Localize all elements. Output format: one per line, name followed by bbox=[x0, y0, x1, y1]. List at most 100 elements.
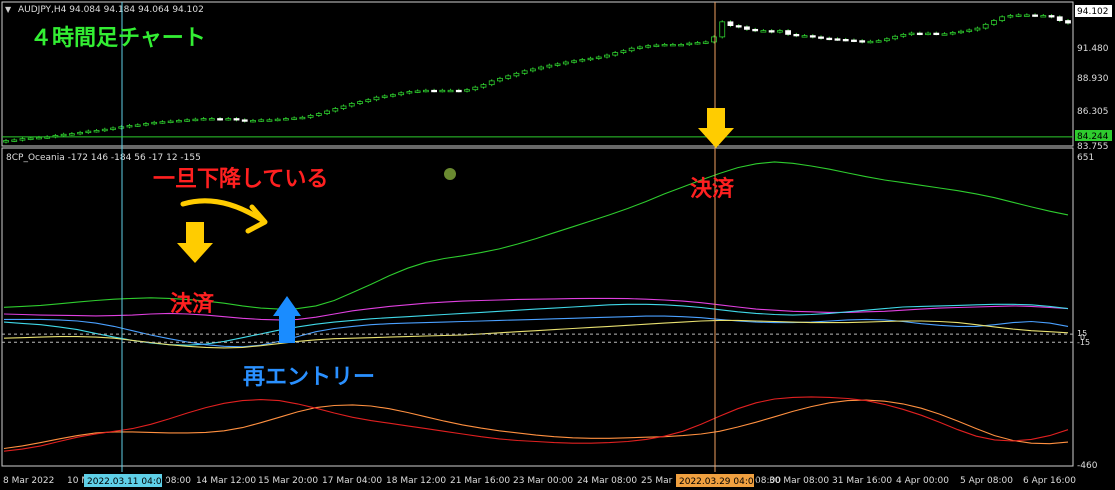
candle-body bbox=[274, 118, 281, 122]
time-label: 5 Apr 08:00 bbox=[960, 476, 1013, 486]
down-arrow-icon bbox=[177, 222, 213, 263]
candle-body bbox=[571, 60, 577, 63]
candle-body bbox=[126, 125, 133, 128]
candle-body bbox=[579, 59, 586, 62]
candle-body bbox=[933, 32, 940, 36]
candle-body bbox=[217, 118, 223, 121]
candle-body bbox=[77, 131, 83, 135]
candle-body bbox=[455, 89, 462, 93]
down-arrow-icon bbox=[698, 108, 734, 148]
time-label: 30 Mar 08:00 bbox=[769, 476, 829, 486]
price-panel-frame bbox=[1, 1, 1074, 147]
candle-body bbox=[916, 32, 923, 36]
candle-body bbox=[365, 99, 372, 103]
annotation-title: ４時間足チャート bbox=[30, 26, 206, 51]
candle-body bbox=[595, 56, 602, 59]
marker-dot bbox=[444, 168, 456, 180]
candle-body bbox=[373, 96, 380, 101]
annotation-temp-drop: 一旦下降している bbox=[153, 167, 328, 192]
candle-body bbox=[612, 52, 619, 56]
candle-body bbox=[200, 118, 207, 121]
price-tick-2: 88.930 bbox=[1077, 74, 1109, 84]
candle-body bbox=[562, 61, 569, 65]
candle-body bbox=[834, 38, 841, 41]
time-label: 8 Mar 2022 bbox=[3, 476, 54, 486]
current-price-label: 94.102 bbox=[1077, 7, 1109, 17]
candle-body bbox=[1040, 15, 1047, 18]
annotation-re-entry: 再エントリー bbox=[243, 365, 375, 390]
candle-body bbox=[233, 118, 240, 121]
candle-body bbox=[538, 66, 545, 70]
candle-body bbox=[785, 30, 791, 35]
candle-body bbox=[1048, 15, 1055, 18]
candle-body bbox=[661, 44, 668, 47]
candle-body bbox=[192, 118, 199, 122]
candle-body bbox=[958, 30, 964, 34]
candle-body bbox=[497, 77, 503, 82]
time-label: 15 Mar 20:00 bbox=[258, 476, 318, 486]
candle-body bbox=[3, 140, 9, 143]
candle-body bbox=[529, 68, 536, 72]
candle-body bbox=[999, 16, 1006, 21]
candle-body bbox=[694, 42, 701, 45]
time-label: 24 Mar 08:00 bbox=[577, 476, 637, 486]
candle-body bbox=[11, 139, 18, 142]
candle-body bbox=[645, 45, 652, 48]
cursor-time-left: 2022.03.11 04:00 bbox=[87, 477, 168, 487]
candle-body bbox=[299, 116, 306, 120]
candle-body bbox=[60, 133, 67, 137]
candle-body bbox=[851, 39, 857, 42]
time-label: 17 Mar 04:00 bbox=[322, 476, 382, 486]
ind-tick-max: 651 bbox=[1077, 153, 1094, 163]
candle-body bbox=[867, 40, 874, 44]
cursor-time-right: 2022.03.29 04:00 bbox=[679, 477, 760, 487]
candle-body bbox=[332, 108, 339, 112]
time-label: 25 Mar bbox=[641, 476, 673, 486]
candle-body bbox=[1056, 16, 1063, 21]
candle-body bbox=[744, 26, 750, 30]
hline-price-label: 84.244 bbox=[1077, 132, 1109, 142]
price-tick-1: 91.480 bbox=[1077, 44, 1109, 54]
trading-chart[interactable]: ▼ AUDJPY,H4 94.084 94.184 94.064 94.102 … bbox=[0, 0, 1115, 490]
candle-body bbox=[340, 105, 347, 109]
candle-body bbox=[118, 126, 125, 129]
candle-body bbox=[266, 119, 273, 122]
candle-body bbox=[620, 50, 627, 54]
candle-body bbox=[719, 21, 726, 38]
time-label: 6 Apr 16:00 bbox=[1023, 476, 1076, 486]
candle-body bbox=[801, 35, 808, 38]
candle-body bbox=[68, 133, 75, 136]
candle-body bbox=[900, 33, 907, 37]
candle-body bbox=[809, 35, 816, 38]
candle-body bbox=[167, 120, 174, 123]
dropdown-arrow-icon[interactable]: ▼ bbox=[5, 5, 12, 14]
candle-body bbox=[991, 20, 997, 25]
candle-body bbox=[480, 84, 487, 88]
candle-body bbox=[381, 95, 388, 98]
candle-body bbox=[324, 110, 330, 114]
time-label: 23 Mar 00:00 bbox=[513, 476, 573, 486]
candle-body bbox=[760, 30, 767, 33]
candle-body bbox=[143, 123, 149, 126]
candle-body bbox=[826, 37, 833, 41]
candle-body bbox=[1023, 14, 1030, 17]
indicator-line-cyan bbox=[3, 303, 1069, 346]
candle-body bbox=[291, 117, 298, 120]
indicator-lines bbox=[3, 161, 1069, 452]
candle-body bbox=[875, 40, 882, 43]
candle-body bbox=[208, 118, 215, 121]
candle-body bbox=[678, 44, 684, 47]
candle-body bbox=[93, 130, 100, 133]
time-label: 31 Mar 16:00 bbox=[832, 476, 892, 486]
price-tick-3: 86.305 bbox=[1077, 107, 1109, 117]
candle-body bbox=[521, 70, 528, 74]
candle-body bbox=[464, 89, 470, 92]
candle-body bbox=[241, 119, 248, 122]
candle-body bbox=[472, 86, 479, 91]
candle-body bbox=[793, 33, 800, 37]
candle-body bbox=[587, 57, 594, 61]
candle-body bbox=[357, 101, 363, 104]
candle-body bbox=[398, 92, 405, 96]
candle-body bbox=[414, 90, 421, 93]
candle-body bbox=[19, 138, 26, 141]
